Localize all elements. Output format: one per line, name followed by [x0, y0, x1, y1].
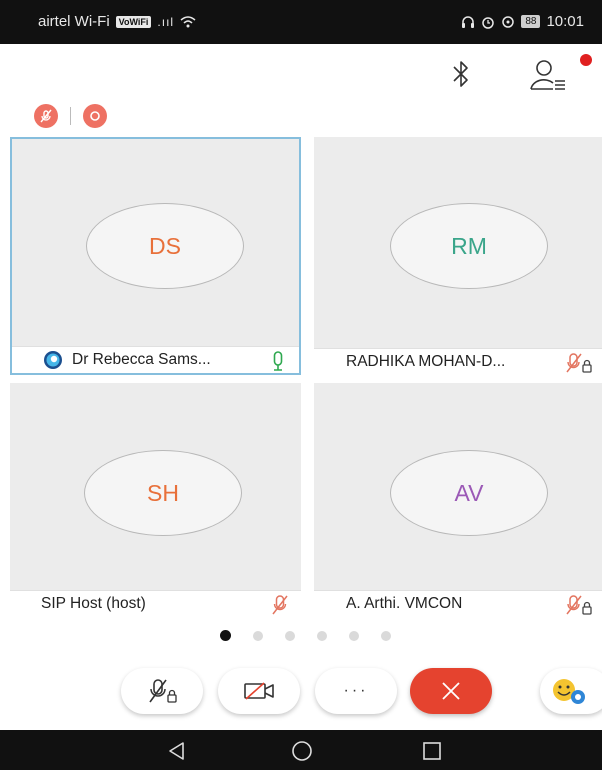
participant-namebar: SIP Host (host)	[10, 590, 301, 617]
alarm-icon	[482, 16, 495, 29]
meeting-toolbar	[0, 44, 602, 108]
participant-tile-rm[interactable]: RM RADHIKA MOHAN-D...	[314, 137, 602, 375]
system-nav-bar	[0, 730, 602, 770]
clock: 10:01	[546, 13, 584, 30]
headset-icon	[462, 15, 475, 28]
battery-indicator: 88	[521, 15, 541, 28]
mic-muted-locked-icon	[149, 679, 177, 703]
avatar-initials: RM	[451, 232, 487, 259]
participant-name: A. Arthi. VMCON	[346, 595, 463, 612]
video-toggle-button[interactable]	[218, 668, 300, 714]
mic-muted-locked-icon	[566, 595, 592, 615]
wifi-icon	[180, 15, 196, 27]
participants-icon[interactable]	[528, 56, 568, 92]
indicator-divider	[70, 107, 71, 125]
status-bar: airtel Wi-Fi VoWiFi .ııl 88 10:01	[0, 0, 602, 44]
recents-icon[interactable]	[421, 741, 443, 761]
record-icon	[90, 111, 100, 121]
avatar: AV	[390, 450, 548, 536]
carrier-label: airtel Wi-Fi	[38, 13, 110, 30]
page-dot-5[interactable]	[349, 630, 359, 641]
avatar-initials: DS	[149, 232, 181, 259]
page-dot-6[interactable]	[381, 630, 391, 641]
participant-namebar: RADHIKA MOHAN-D...	[314, 348, 602, 375]
emoji-icon	[553, 679, 585, 704]
avatar-initials: AV	[454, 479, 484, 506]
more-options-button[interactable]: ···	[315, 668, 397, 714]
page-dot-2[interactable]	[253, 630, 263, 641]
call-controls: ···	[0, 668, 602, 718]
more-options-label: ···	[343, 682, 369, 699]
participant-name: SIP Host (host)	[41, 595, 146, 612]
participant-name: RADHIKA MOHAN-D...	[346, 353, 506, 370]
record-indicator	[83, 104, 107, 128]
reactions-button[interactable]	[540, 668, 602, 714]
mic-muted-icon	[272, 595, 288, 615]
avatar-initials: SH	[147, 479, 179, 506]
close-icon	[442, 682, 460, 700]
notification-dot	[580, 54, 592, 66]
mic-active-icon	[273, 351, 283, 371]
mic-muted-icon	[40, 109, 52, 123]
location-icon	[502, 15, 515, 28]
ring-logo-icon	[44, 351, 62, 369]
participant-namebar: A. Arthi. VMCON	[314, 590, 602, 617]
page-indicator	[220, 630, 391, 641]
mute-button[interactable]	[121, 668, 203, 714]
participant-name: Dr Rebecca Sams...	[72, 351, 211, 368]
participant-tile-sh[interactable]: SH SIP Host (host)	[10, 383, 301, 617]
mic-muted-indicator	[34, 104, 58, 128]
participant-tile-ds[interactable]: DS Dr Rebecca Sams...	[10, 137, 301, 375]
video-off-icon	[244, 682, 274, 700]
avatar: RM	[390, 203, 548, 289]
back-icon[interactable]	[166, 740, 188, 762]
page-dot-4[interactable]	[317, 630, 327, 641]
avatar: DS	[86, 203, 244, 289]
meeting-indicators	[34, 104, 107, 128]
leave-meeting-button[interactable]	[410, 668, 492, 714]
page-dot-3[interactable]	[285, 630, 295, 641]
home-icon[interactable]	[290, 740, 314, 762]
vowifi-badge: VoWiFi	[115, 15, 152, 28]
mic-muted-locked-icon	[566, 353, 592, 373]
signal-icon: .ııl	[157, 14, 175, 29]
page-dot-1[interactable]	[220, 630, 231, 641]
avatar: SH	[84, 450, 242, 536]
bluetooth-icon[interactable]	[448, 58, 474, 90]
participant-tile-av[interactable]: AV A. Arthi. VMCON	[314, 383, 602, 617]
participant-namebar: Dr Rebecca Sams...	[12, 346, 299, 373]
